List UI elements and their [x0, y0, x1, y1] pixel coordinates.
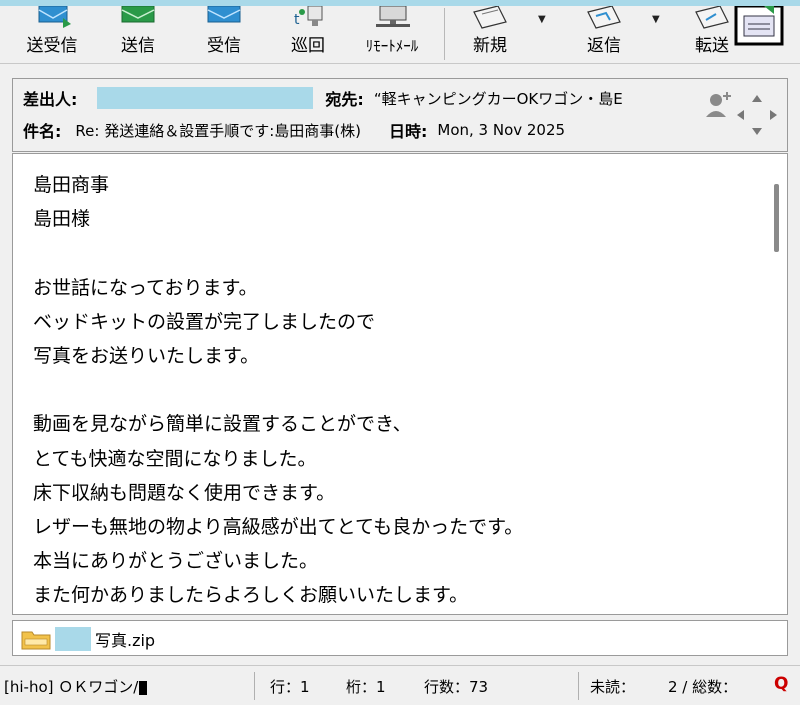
send-receive-icon	[38, 6, 71, 28]
vertical-scrollbar-thumb[interactable]	[774, 184, 779, 252]
status-column: 桁：1	[346, 678, 386, 696]
attachment-item[interactable]: 写真.zip	[21, 627, 155, 651]
receive-icon	[207, 6, 241, 23]
new-mail-icon	[473, 6, 507, 29]
status-total: 2 / 総数：	[668, 678, 738, 696]
header-nav-arrows-icon[interactable]	[733, 91, 781, 139]
status-line: 行：1	[270, 678, 310, 696]
status-divider	[254, 672, 255, 700]
add-person-icon[interactable]	[703, 89, 733, 119]
toolbar-label: ﾘﾓｰﾄﾒｰﾙ	[365, 37, 419, 55]
toolbar-label: 受信	[207, 36, 241, 56]
from-label: 差出人:	[23, 90, 78, 109]
zip-folder-icon	[21, 631, 51, 650]
send-icon	[121, 6, 155, 23]
send-button[interactable]: 送信	[106, 6, 170, 62]
status-line-count: 行数：73	[424, 678, 489, 696]
send-receive-button[interactable]: 送受信	[20, 6, 84, 62]
subject-label: 件名:	[23, 122, 62, 141]
to-value: “軽キャンピングカーOKワゴン・島E	[373, 89, 623, 108]
from-redacted	[97, 87, 314, 109]
remote-mail-icon	[376, 6, 410, 27]
reply-button[interactable]: 返信	[572, 6, 636, 62]
mail-window-icon[interactable]	[734, 6, 784, 46]
toolbar-label: 巡回	[291, 36, 325, 56]
subject-row: 件名: Re: 発送連絡＆設置手順です:島田商事(株) 日時: Mon, 3 N…	[23, 119, 581, 141]
attachment-pane: 写真.zip	[12, 620, 788, 656]
reply-dropdown-icon[interactable]: ▼	[652, 14, 660, 25]
from-row: 差出人: 宛先: “軽キャンピングカーOKワゴン・島E	[23, 87, 654, 109]
toolbar-label: 返信	[587, 36, 621, 56]
attachment-name-redacted	[55, 627, 91, 651]
reply-icon	[587, 6, 621, 29]
new-mail-dropdown-icon[interactable]: ▼	[538, 14, 546, 25]
toolbar: 送受信 送信 受信 t 巡回 ﾘﾓｰﾄﾒｰﾙ 新規 ▼ 返信 ▼ 転送	[0, 6, 800, 64]
message-header: 差出人: 宛先: “軽キャンピングカーOKワゴン・島E 件名: Re: 発送連絡…	[12, 78, 788, 152]
attachment-filename: 写真.zip	[95, 631, 156, 650]
message-body-text: 島田商事 島田様 お世話になっております。 ベッドキットの設置が完了しましたので…	[33, 174, 524, 607]
toolbar-label: 転送	[695, 36, 729, 56]
forward-icon	[695, 6, 729, 29]
date-label: 日時:	[388, 122, 428, 141]
receive-button[interactable]: 受信	[192, 6, 256, 62]
patrol-button[interactable]: t 巡回	[276, 6, 340, 62]
status-account: [hi-ho] ＯＫワゴン/	[4, 676, 182, 697]
toolbar-label: 送受信	[26, 36, 78, 56]
toolbar-separator	[444, 8, 445, 60]
message-body[interactable]: 島田商事 島田様 お世話になっております。 ベッドキットの設置が完了しましたので…	[12, 153, 788, 615]
to-label: 宛先:	[325, 90, 364, 109]
status-unread: 未読：	[590, 678, 636, 696]
subject-value: Re: 発送連絡＆設置手順です:島田商事(株)	[75, 121, 361, 140]
new-mail-button[interactable]: 新規	[458, 6, 522, 62]
remote-mail-button[interactable]: ﾘﾓｰﾄﾒｰﾙ	[346, 6, 438, 62]
toolbar-label: 送信	[121, 36, 155, 56]
status-divider	[578, 672, 579, 700]
date-value: Mon, 3 Nov 2025	[437, 121, 566, 139]
svg-text:t: t	[294, 12, 300, 28]
patrol-icon: t	[294, 6, 323, 28]
status-q-icon: Q	[774, 674, 789, 694]
toolbar-label: 新規	[473, 36, 507, 56]
status-bar: [hi-ho] ＯＫワゴン/ 行：1 桁：1 行数：73 未読： 2 / 総数：…	[0, 665, 800, 705]
